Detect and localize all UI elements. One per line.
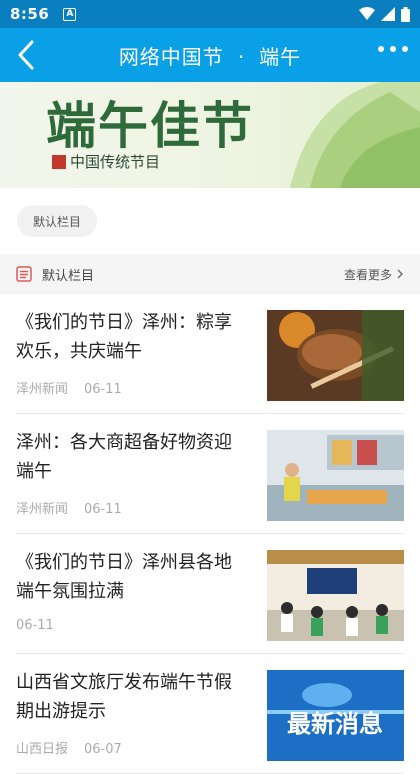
- list-icon: [16, 266, 32, 282]
- news-item[interactable]: 《我们的节日》泽州：粽享欢乐，共庆端午 泽州新闻 06-11: [16, 294, 404, 414]
- news-thumbnail: [267, 430, 404, 521]
- news-source: 泽州新闻: [16, 502, 69, 517]
- news-headline: 泽州：各大商超备好物资迎端午: [16, 432, 232, 482]
- signal-icon: [381, 7, 395, 21]
- thumbnail-caption: 最新消息: [287, 710, 383, 738]
- title-right: 端午: [259, 44, 302, 69]
- back-arrow-icon[interactable]: [12, 38, 42, 72]
- status-bar: 8:56 A: [0, 0, 420, 28]
- category-chips: 默认栏目: [0, 188, 420, 254]
- news-headline: 《我们的节日》泽州：粽享欢乐，共庆端午: [16, 312, 232, 362]
- zongzi-illustration: [290, 82, 420, 188]
- news-item[interactable]: 泽州：各大商超备好物资迎端午 泽州新闻 06-11: [16, 414, 404, 534]
- news-meta: 泽州新闻 06-11: [16, 378, 122, 397]
- more-menu-icon[interactable]: [378, 46, 408, 52]
- notification-icon: A: [63, 7, 77, 21]
- news-thumbnail: [267, 310, 404, 401]
- banner-subtitle: 中国传统节目: [70, 153, 161, 171]
- app-header: 网络中国节 · 端午: [0, 28, 420, 82]
- news-date: 06-11: [84, 382, 122, 397]
- news-date: 06-11: [16, 618, 54, 633]
- chevron-right-icon: [397, 269, 403, 279]
- title-left: 网络中国节: [118, 44, 224, 69]
- chip-default-column[interactable]: 默认栏目: [17, 205, 98, 237]
- page-title: 网络中国节 · 端午: [0, 41, 420, 70]
- banner-title: 端午佳节: [46, 96, 254, 155]
- news-meta: 06-11: [16, 618, 54, 633]
- section-header: 默认栏目 查看更多: [0, 254, 420, 294]
- red-seal-icon: [52, 154, 66, 169]
- news-source: 山西日报: [16, 742, 69, 757]
- news-item[interactable]: 《我们的节日》泽州县各地端午氛围拉满 06-11: [16, 534, 404, 654]
- battery-icon: [401, 6, 410, 22]
- news-thumbnail: 最新消息: [267, 670, 404, 761]
- news-date: 06-11: [84, 502, 122, 517]
- festival-banner: 端午佳节 中国传统节目: [0, 82, 420, 188]
- status-icons: [359, 6, 410, 22]
- news-headline: 山西省文旅厅发布端午节假期出游提示: [16, 672, 232, 722]
- wifi-icon: [359, 7, 375, 20]
- see-more-link[interactable]: 查看更多: [344, 266, 404, 283]
- title-separator: ·: [237, 44, 246, 69]
- news-headline: 《我们的节日》泽州县各地端午氛围拉满: [16, 552, 232, 602]
- see-more-label: 查看更多: [343, 267, 392, 282]
- status-time: 8:56: [10, 5, 50, 23]
- news-meta: 山西日报 06-07: [16, 738, 122, 757]
- news-item[interactable]: 山西省文旅厅发布端午节假期出游提示 山西日报 06-07 最新消息: [16, 654, 404, 774]
- news-meta: 泽州新闻 06-11: [16, 498, 122, 517]
- news-list: 《我们的节日》泽州：粽享欢乐，共庆端午 泽州新闻 06-11 泽州：各大商超备好物…: [0, 294, 420, 774]
- news-source: 泽州新闻: [16, 382, 69, 397]
- news-thumbnail: [267, 550, 404, 641]
- section-label: 默认栏目: [42, 268, 95, 284]
- news-date: 06-07: [84, 742, 122, 757]
- banner-subtitle-row: 中国传统节目: [52, 151, 160, 172]
